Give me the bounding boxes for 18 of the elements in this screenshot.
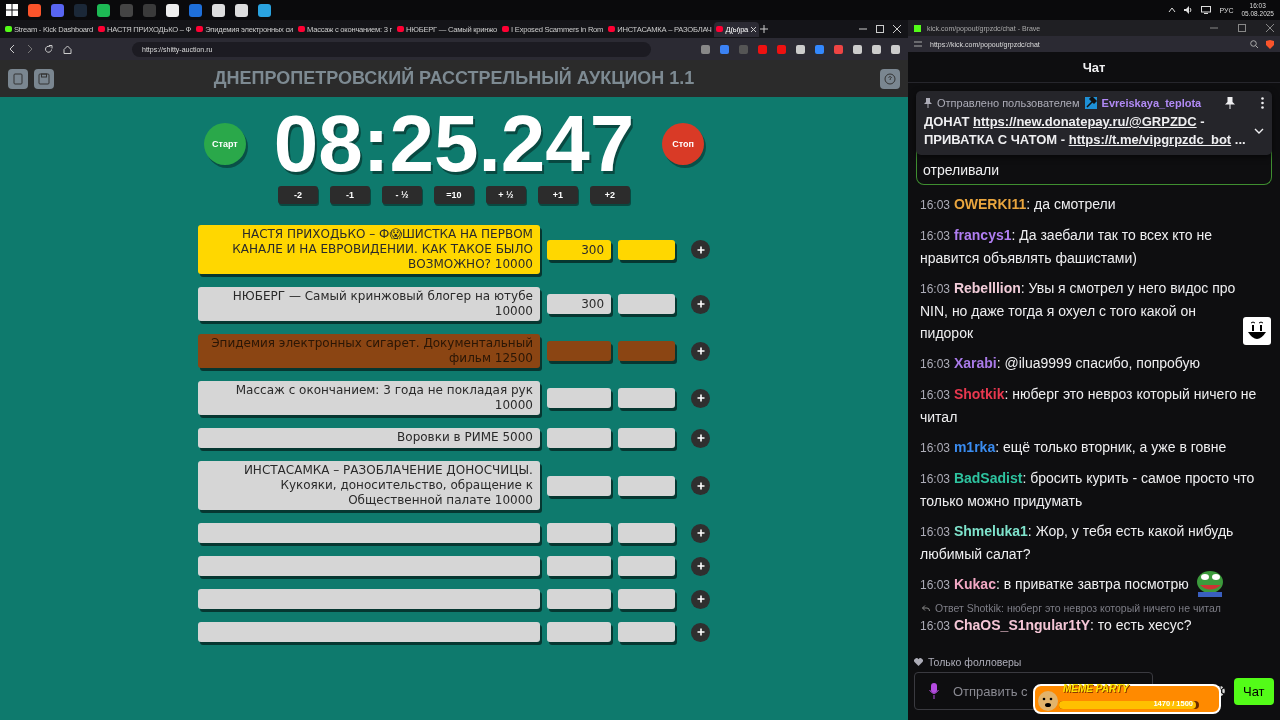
input-placeholder: Отправить с <box>953 683 1028 699</box>
chat-heading: Чат <box>908 52 1280 83</box>
chat-message: 16:03 Shotkik: нюберг это невроз который ничего не читал <box>919 385 1258 427</box>
chat-message: 16:03 BadSadist: бросить курить - самое просто что только можно придумать <box>919 469 1256 511</box>
followers-only-label: Только фолловеры <box>928 656 1022 668</box>
chat-message: 16:03 m1rka: ещё только вторник, а уже в говне <box>919 438 1228 457</box>
pinned-by-label: Отправлено пользователем <box>937 97 1080 109</box>
timer-display: 08:25.247 <box>273 107 635 181</box>
chat-message: 16:03 Shmeluka1: Жор, у тебя есть какой нибудь любимый салат? <box>919 522 1235 564</box>
chat-message: 16:03 Kukac: в приватке завтра посмотрю <box>919 575 1190 594</box>
chat-message: 16:03 ChaOS_S1ngular1tY: то есть хесус? <box>919 616 1193 635</box>
app-title: ДНЕПРОПЕТРОВСКИЙ РАССТРЕЛЬНЫЙ АУКЦИОН 1.1 <box>212 68 696 89</box>
chat-message: 16:03 francys1: Да заебали так то всех кто не нравится объявлять фашистами) <box>919 226 1213 268</box>
chat-message: 16:03 Xarabi: @ilua9999 спасибо, попробую <box>919 354 1202 373</box>
reply-preview: Ответ Shotkik: нюберг это невроз который ничего не читал <box>935 602 1221 614</box>
chat-message: 16:03 OWERKI11: да смотрели <box>919 195 1117 214</box>
chat-message: 16:03 Rebelllion: Увы я смотрел у него видос про NIN, но даже тогда я охуел с того какой он пидорок <box>919 279 1237 343</box>
meme-party-label: MEME PARTY <box>1063 683 1129 694</box>
